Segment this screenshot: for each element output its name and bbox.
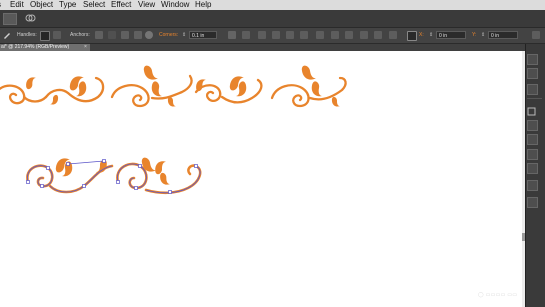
align-center-icon[interactable] [242, 31, 250, 39]
isolate-icon[interactable] [134, 31, 142, 39]
menu-view[interactable]: View [138, 0, 155, 10]
artboard-canvas[interactable] [0, 51, 522, 307]
align-right-icon[interactable] [258, 31, 266, 39]
menu-edit[interactable]: Edit [10, 0, 24, 10]
layers-panel-icon[interactable] [527, 180, 538, 191]
close-tab-icon[interactable]: × [84, 45, 89, 50]
y-stepper-icon[interactable]: ⇕ [481, 28, 485, 43]
anchors-label: Anchors: [70, 32, 90, 38]
corners-field[interactable]: 0.1 in [189, 31, 217, 39]
menu-select[interactable]: Select [83, 0, 105, 10]
workspace-icon[interactable] [3, 13, 17, 25]
menu-truncated-item[interactable]: s [0, 0, 1, 10]
menu-window[interactable]: Window [161, 0, 189, 10]
corners-label[interactable]: Corners: [159, 28, 178, 43]
hide-handles-icon[interactable] [53, 31, 61, 39]
application-bar [0, 10, 545, 28]
y-label[interactable]: Y: [472, 28, 476, 43]
align-left-icon[interactable] [228, 31, 236, 39]
distribute-left-icon[interactable] [360, 31, 368, 39]
stroke-panel-icon[interactable] [527, 120, 538, 131]
appearance-panel-icon[interactable] [527, 163, 538, 174]
menu-effect[interactable]: Effect [111, 0, 131, 10]
artboards-panel-icon[interactable] [527, 197, 538, 208]
transform-reference-icon[interactable] [407, 31, 417, 41]
gradient-panel-icon[interactable] [527, 134, 538, 145]
handles-label: Handles: [17, 32, 37, 38]
x-label[interactable]: X: [419, 28, 424, 43]
brushes-panel-icon[interactable] [527, 84, 538, 95]
remove-anchor-icon[interactable] [95, 31, 103, 39]
align-bottom-icon[interactable] [300, 31, 308, 39]
cut-path-icon[interactable] [121, 31, 129, 39]
live-corners-icon[interactable] [145, 31, 153, 39]
distribute-center-icon[interactable] [374, 31, 382, 39]
menu-type[interactable]: Type [59, 0, 76, 10]
connect-anchor-icon[interactable] [108, 31, 116, 39]
shape-builder-icon[interactable] [527, 107, 536, 116]
document-tab[interactable]: ai* @ 217.94% (RGB/Preview) [0, 44, 91, 51]
arrange-documents-icon[interactable] [25, 13, 36, 23]
color-panel-icon[interactable] [527, 54, 538, 65]
control-bar: Handles: Anchors: Corners: ⇕ 0.1 in X: ⇕… [0, 28, 545, 44]
corners-stepper-icon[interactable]: ⇕ [182, 28, 186, 43]
menu-object[interactable]: Object [30, 0, 53, 10]
align-top-icon[interactable] [272, 31, 280, 39]
align-middle-icon[interactable] [286, 31, 294, 39]
watermark-logo: ◯ ▭▭▭▭ ▭▭ [478, 292, 518, 298]
ornament-selected[interactable] [26, 157, 202, 195]
transparency-panel-icon[interactable] [527, 149, 538, 160]
dock-divider [527, 98, 542, 99]
tab-strip [90, 44, 525, 51]
menu-help[interactable]: Help [195, 0, 211, 10]
y-field[interactable]: 0 in [488, 31, 518, 39]
swatches-panel-icon[interactable] [527, 68, 538, 79]
convert-handle-icon[interactable] [40, 31, 50, 41]
distribute-right-icon[interactable] [389, 31, 397, 39]
x-stepper-icon[interactable]: ⇕ [429, 28, 433, 43]
distribute-top-icon[interactable] [316, 31, 324, 39]
distribute-bottom-icon[interactable] [345, 31, 353, 39]
pen-anchor-icon [4, 33, 10, 39]
panel-menu-icon[interactable] [532, 31, 540, 39]
distribute-middle-icon[interactable] [331, 31, 339, 39]
x-field[interactable]: 0 in [436, 31, 466, 39]
